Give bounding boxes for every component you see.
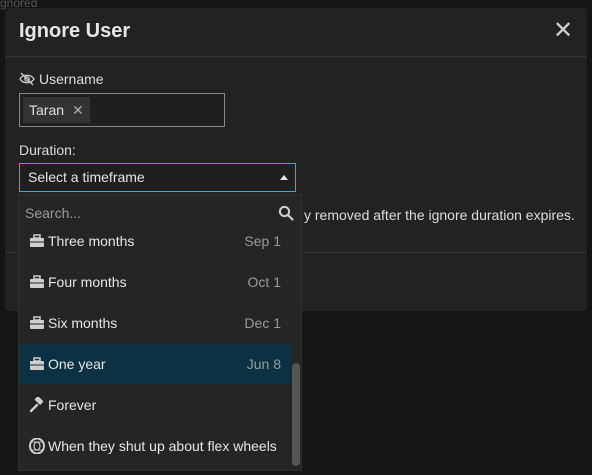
info-text: y removed after the ignore duration expi…	[304, 207, 575, 223]
user-chip: Taran ✕	[23, 97, 90, 123]
option-label: Forever	[48, 397, 97, 413]
briefcase-icon	[30, 316, 44, 329]
briefcase-icon	[30, 357, 44, 370]
gavel-icon	[29, 397, 44, 413]
option-date: Oct 1	[247, 274, 281, 290]
modal-header: Ignore User ✕	[5, 8, 587, 57]
chip-remove-button[interactable]: ✕	[72, 102, 84, 119]
option-label: Six months	[48, 315, 118, 331]
option-date: Sep 1	[244, 233, 281, 249]
option-date: Jun 8	[246, 356, 281, 372]
option-flex-wheels[interactable]: When they shut up about flex wheels	[19, 426, 291, 466]
duration-label: Duration:	[19, 142, 76, 158]
option-label: Three months	[48, 233, 135, 249]
tire-icon	[29, 438, 45, 454]
close-button[interactable]: ✕	[553, 19, 573, 43]
search-icon	[278, 205, 294, 221]
option-one-year[interactable]: One year Jun 8	[19, 344, 291, 384]
option-six-months[interactable]: Six months Dec 1	[19, 303, 291, 343]
duration-select[interactable]: Select a timeframe	[19, 163, 296, 192]
option-label: When they shut up about flex wheels	[48, 438, 277, 454]
dropdown-scrollbar[interactable]	[292, 363, 300, 466]
search-input[interactable]: Search...	[25, 205, 81, 221]
briefcase-icon	[30, 234, 44, 247]
option-forever[interactable]: Forever	[19, 385, 291, 425]
select-value: Select a timeframe	[28, 169, 145, 185]
username-label: Username	[19, 71, 104, 87]
eye-slash-icon	[19, 72, 35, 86]
briefcase-icon	[30, 275, 44, 288]
option-three-months[interactable]: Three months Sep 1	[19, 221, 291, 261]
option-date: Dec 1	[244, 315, 281, 331]
duration-dropdown: Search... Three months Sep 1 Four months…	[18, 194, 302, 471]
modal-title: Ignore User	[19, 20, 131, 42]
option-four-months[interactable]: Four months Oct 1	[19, 262, 291, 302]
user-chip-label: Taran	[29, 102, 65, 118]
username-input[interactable]: Taran ✕	[19, 93, 225, 127]
caret-up-icon	[280, 175, 288, 180]
option-label: Four months	[48, 274, 127, 290]
option-label: One year	[48, 356, 106, 372]
username-label-text: Username	[39, 71, 104, 87]
